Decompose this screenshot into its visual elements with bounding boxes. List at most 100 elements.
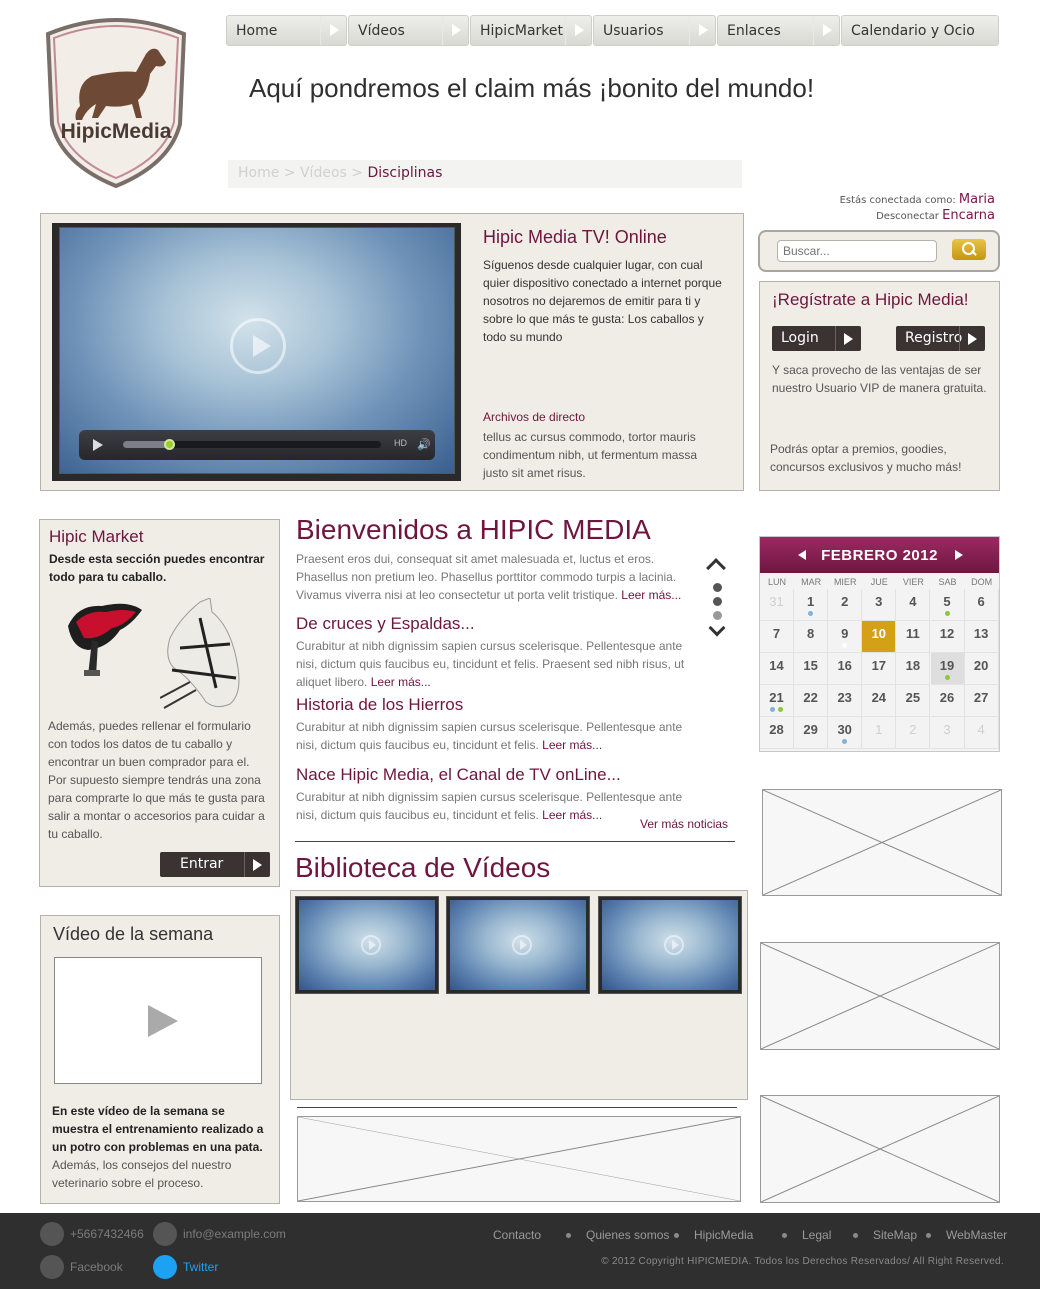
next-month-icon[interactable] bbox=[955, 550, 963, 560]
session-info: Estás conectada como: Maria Desconectar … bbox=[839, 192, 995, 223]
nav-hipicmarket[interactable]: HipicMarket bbox=[470, 15, 592, 46]
banner-placeholder bbox=[297, 1116, 741, 1202]
user-last-name[interactable]: Encarna bbox=[942, 208, 995, 223]
nav-enlaces[interactable]: Enlaces bbox=[717, 15, 840, 46]
ver-mas-noticias-link[interactable]: Ver más noticias bbox=[640, 817, 728, 831]
calendar-day[interactable]: 19 bbox=[930, 653, 965, 685]
calendar-day[interactable]: 11 bbox=[896, 621, 931, 653]
divider bbox=[295, 841, 735, 842]
calendar-day[interactable]: 14 bbox=[760, 653, 794, 685]
video-thumbnail[interactable] bbox=[598, 896, 742, 994]
slider-dot[interactable] bbox=[713, 597, 722, 606]
play-icon[interactable] bbox=[230, 318, 286, 374]
calendar-day[interactable]: 25 bbox=[896, 685, 931, 717]
prev-month-icon[interactable] bbox=[798, 550, 806, 560]
calendar-day[interactable]: 8 bbox=[794, 621, 829, 653]
read-more-link[interactable]: Leer más... bbox=[542, 808, 602, 822]
facebook-link[interactable]: Facebook bbox=[70, 1260, 123, 1274]
hd-toggle[interactable]: HD bbox=[394, 438, 407, 448]
nav-calendario[interactable]: Calendario y Ocio bbox=[841, 15, 999, 46]
archivos-directo-link[interactable]: Archivos de directo bbox=[483, 410, 585, 424]
progress-track[interactable] bbox=[123, 439, 381, 450]
twitter-icon[interactable] bbox=[153, 1255, 177, 1279]
nav-usuarios[interactable]: Usuarios bbox=[593, 15, 716, 46]
calendar-day[interactable]: 16 bbox=[828, 653, 863, 685]
calendar-day[interactable]: 22 bbox=[794, 685, 829, 717]
footer-link-quienes[interactable]: Quienes somos bbox=[586, 1228, 669, 1242]
news-title[interactable]: Historia de los Hierros bbox=[296, 695, 696, 715]
search-icon[interactable] bbox=[952, 239, 986, 260]
calendar-day[interactable]: 21 bbox=[760, 685, 794, 717]
login-button[interactable]: Login bbox=[772, 326, 861, 351]
footer-link-legal[interactable]: Legal bbox=[802, 1228, 831, 1242]
logout-link[interactable]: Desconectar bbox=[876, 211, 939, 222]
news-title[interactable]: Nace Hipic Media, el Canal de TV onLine.… bbox=[296, 765, 696, 785]
calendar-day[interactable]: 12 bbox=[930, 621, 965, 653]
play-small-icon[interactable] bbox=[93, 439, 103, 451]
video-semana-player[interactable] bbox=[54, 957, 262, 1084]
video-screen[interactable]: HD 🔊 bbox=[59, 227, 455, 474]
read-more-link[interactable]: Leer más... bbox=[542, 738, 602, 752]
player-controls: HD 🔊 bbox=[79, 430, 435, 460]
footer-link-webmaster[interactable]: WebMaster bbox=[946, 1228, 1007, 1242]
entrar-button[interactable]: Entrar bbox=[160, 852, 270, 877]
calendar-day[interactable]: 28 bbox=[760, 717, 794, 749]
read-more-link[interactable]: Leer más... bbox=[621, 588, 681, 602]
calendar-day[interactable]: 23 bbox=[828, 685, 863, 717]
calendar-day[interactable]: 17 bbox=[862, 653, 897, 685]
calendar-day[interactable]: 10 bbox=[862, 621, 897, 653]
footer-email[interactable]: info@example.com bbox=[183, 1227, 286, 1241]
video-semana-text: En este vídeo de la semana se muestra el… bbox=[52, 1104, 264, 1190]
footer-link-hipicmedia[interactable]: HipicMedia bbox=[694, 1228, 753, 1242]
video-thumbnail[interactable] bbox=[295, 896, 439, 994]
tv-description-2: tellus ac cursus commodo, tortor mauris … bbox=[483, 430, 698, 480]
calendar-day[interactable]: 5 bbox=[930, 589, 965, 621]
registro-button[interactable]: Registro bbox=[896, 326, 985, 351]
calendar-day[interactable]: 3 bbox=[862, 589, 897, 621]
calendar-day[interactable]: 20 bbox=[964, 653, 999, 685]
footer-link-sitemap[interactable]: SiteMap bbox=[873, 1228, 917, 1242]
ad-placeholder bbox=[760, 942, 1000, 1050]
read-more-link[interactable]: Leer más... bbox=[371, 675, 431, 689]
calendar-day[interactable]: 18 bbox=[896, 653, 931, 685]
news-title[interactable]: De cruces y Espaldas... bbox=[296, 614, 696, 634]
calendar-day[interactable]: 4 bbox=[896, 589, 931, 621]
breadcrumb: Home > Vídeos > Disciplinas bbox=[228, 160, 742, 188]
welcome-title: Bienvenidos a HIPIC MEDIA bbox=[296, 514, 651, 545]
calendar-day: 1 bbox=[862, 717, 897, 749]
slider-dot[interactable] bbox=[713, 611, 722, 620]
breadcrumb-home[interactable]: Home bbox=[238, 165, 279, 181]
separator-dot bbox=[674, 1233, 679, 1238]
nav-videos[interactable]: Vídeos bbox=[348, 15, 469, 46]
video-player[interactable]: HD 🔊 bbox=[52, 223, 461, 481]
hipicmedia-logo[interactable]: HipicMedia bbox=[40, 14, 192, 190]
nav-home[interactable]: Home bbox=[226, 15, 347, 46]
slider-dot[interactable] bbox=[713, 583, 722, 592]
facebook-icon[interactable] bbox=[40, 1255, 64, 1279]
calendar-day[interactable]: 27 bbox=[964, 685, 999, 717]
breadcrumb-videos[interactable]: Vídeos bbox=[300, 165, 347, 181]
calendar-day[interactable]: 26 bbox=[930, 685, 965, 717]
biblioteca-title: Biblioteca de Vídeos bbox=[295, 852, 551, 883]
calendar-day[interactable]: 7 bbox=[760, 621, 794, 653]
calendar-day[interactable]: 29 bbox=[794, 717, 829, 749]
calendar-day[interactable]: 30 bbox=[828, 717, 863, 749]
chevron-up-icon[interactable] bbox=[706, 558, 726, 578]
calendar-day[interactable]: 13 bbox=[964, 621, 999, 653]
calendar-day[interactable]: 15 bbox=[794, 653, 829, 685]
calendar-day[interactable]: 24 bbox=[862, 685, 897, 717]
user-first-name[interactable]: Maria bbox=[959, 192, 995, 207]
search-input[interactable] bbox=[777, 240, 937, 262]
volume-icon[interactable]: 🔊 bbox=[417, 438, 431, 451]
footer-link-contacto[interactable]: Contacto bbox=[493, 1228, 541, 1242]
progress-handle[interactable] bbox=[164, 439, 176, 450]
calendar-day[interactable]: 9 bbox=[828, 621, 863, 653]
chevron-down-icon[interactable] bbox=[708, 619, 726, 637]
calendar-day[interactable]: 2 bbox=[828, 589, 863, 621]
twitter-link[interactable]: Twitter bbox=[183, 1260, 218, 1274]
email-icon bbox=[153, 1222, 177, 1246]
calendar-day[interactable]: 6 bbox=[964, 589, 999, 621]
news-item: Praesent eros dui, consequat sit amet ma… bbox=[296, 552, 682, 602]
video-thumbnail[interactable] bbox=[446, 896, 590, 994]
calendar-day[interactable]: 1 bbox=[794, 589, 829, 621]
